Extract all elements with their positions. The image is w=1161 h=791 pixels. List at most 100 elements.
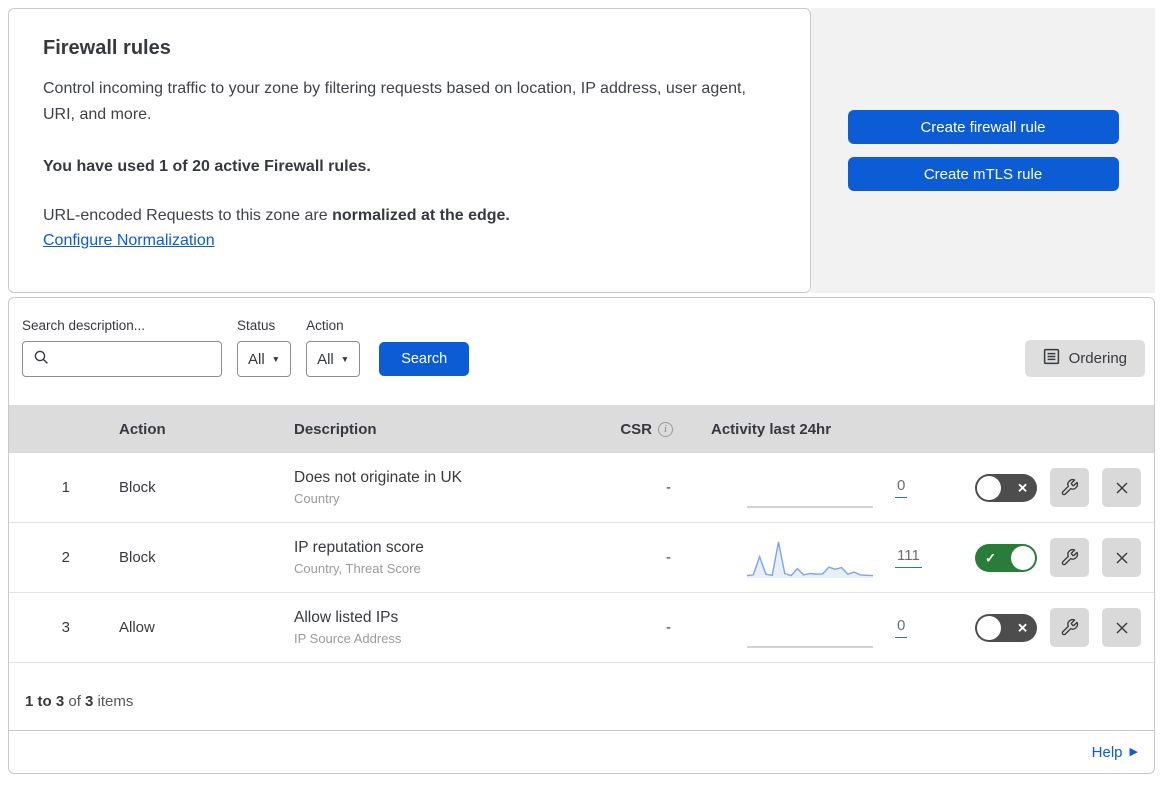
rule-activity-cell: 0 — [689, 606, 939, 650]
rule-description-cell: Does not originate in UK Country — [294, 469, 599, 506]
x-icon: ✕ — [1017, 620, 1028, 635]
activity-sparkline — [747, 505, 873, 508]
activity-sparkline — [747, 645, 873, 648]
normalization-note: URL-encoded Requests to this zone are no… — [43, 207, 770, 225]
ordering-list-icon — [1043, 348, 1060, 369]
rule-match-fields: Country — [294, 491, 340, 506]
table-header: Action Description CSR i Activity last 2… — [9, 405, 1154, 453]
toggle-knob — [977, 475, 1001, 500]
rule-controls: ✓ ✕ — [939, 468, 1154, 507]
status-filter-label: Status — [237, 318, 276, 333]
search-box — [22, 341, 222, 377]
create-mtls-rule-button[interactable]: Create mTLS rule — [847, 157, 1119, 191]
create-firewall-rule-button[interactable]: Create firewall rule — [847, 110, 1119, 144]
rule-action: Block — [119, 549, 156, 566]
rule-action: Allow — [119, 619, 155, 636]
rule-action: Block — [119, 479, 156, 496]
status-filter-value: All — [248, 350, 265, 368]
search-button[interactable]: Search — [379, 342, 470, 376]
rule-activity-cell: 0 — [689, 466, 939, 510]
info-icon[interactable]: i — [658, 421, 673, 437]
check-icon: ✓ — [985, 550, 996, 565]
delete-rule-button[interactable] — [1102, 538, 1141, 577]
firewall-rules-table-body: 1 Block Does not originate in UK Country… — [9, 453, 1154, 663]
items-word: items — [93, 693, 134, 710]
activity-count-link[interactable]: 0 — [895, 617, 908, 638]
rule-enabled-toggle[interactable]: ✓ ✕ — [975, 473, 1037, 502]
top-section: Firewall rules Control incoming traffic … — [8, 8, 1155, 293]
activity-count-link[interactable]: 111 — [895, 547, 922, 568]
status-filter-group: Status All ▼ — [237, 318, 292, 377]
delete-rule-button[interactable] — [1102, 468, 1141, 507]
edit-rule-button[interactable] — [1050, 608, 1089, 647]
firewall-rule-row: 1 Block Does not originate in UK Country… — [9, 453, 1154, 523]
items-range: 1 to 3 — [25, 693, 65, 710]
ordering-button-label: Ordering — [1068, 350, 1127, 367]
arrow-right-icon: ▶ — [1129, 745, 1138, 758]
rule-csr-value: - — [666, 619, 671, 636]
rule-description-title: IP reputation score — [294, 539, 424, 556]
status-filter-select[interactable]: All ▼ — [237, 341, 292, 377]
rule-enabled-toggle[interactable]: ✓ ✕ — [975, 543, 1037, 572]
toggle-knob — [1011, 545, 1035, 570]
items-of: of — [64, 693, 86, 710]
rule-priority-number: 1 — [61, 479, 70, 496]
firewall-rule-row: 2 Block IP reputation score Country, Thr… — [9, 523, 1154, 593]
rule-controls: ✓ ✕ — [939, 538, 1154, 577]
page-title: Firewall rules — [43, 37, 171, 59]
rule-match-fields: Country, Threat Score — [294, 561, 421, 576]
rule-priority-number: 3 — [61, 619, 70, 636]
wrench-icon — [1060, 618, 1079, 637]
page-description: Control incoming traffic to your zone by… — [43, 80, 746, 123]
rule-csr-value: - — [666, 549, 671, 566]
wrench-icon — [1060, 478, 1079, 497]
close-icon — [1112, 478, 1132, 498]
rule-csr-value: - — [666, 479, 671, 496]
edit-rule-button[interactable] — [1050, 538, 1089, 577]
close-icon — [1112, 548, 1132, 568]
action-filter-value: All — [317, 350, 334, 368]
activity-sparkline — [747, 541, 873, 578]
close-icon — [1112, 618, 1132, 638]
help-link[interactable]: Help ▶ — [1092, 744, 1138, 761]
header-csr-label: CSR — [620, 420, 652, 438]
edit-rule-button[interactable] — [1050, 468, 1089, 507]
rule-description-title: Does not originate in UK — [294, 469, 463, 486]
normalization-note-bold: normalized at the edge. — [332, 207, 510, 224]
filter-bar: Search description... Status All ▼ Actio… — [9, 298, 1154, 405]
header-action: Action — [119, 420, 166, 438]
firewall-rule-row: 3 Allow Allow listed IPs IP Source Addre… — [9, 593, 1154, 663]
actions-panel: Create firewall rule Create mTLS rule — [811, 8, 1155, 293]
configure-normalization-link[interactable]: Configure Normalization — [43, 232, 215, 250]
delete-rule-button[interactable] — [1102, 608, 1141, 647]
action-filter-group: Action All ▼ — [306, 318, 361, 377]
items-count: 1 to 3 of 3 items — [9, 663, 1154, 731]
intro-card: Firewall rules Control incoming traffic … — [8, 8, 811, 293]
header-description: Description — [294, 420, 377, 438]
rule-match-fields: IP Source Address — [294, 631, 402, 646]
rule-activity-cell: 111 — [689, 536, 939, 580]
action-filter-select[interactable]: All ▼ — [306, 341, 361, 377]
wrench-icon — [1060, 548, 1079, 567]
action-filter-label: Action — [306, 318, 344, 333]
usage-summary: You have used 1 of 20 active Firewall ru… — [43, 158, 371, 175]
rule-description-title: Allow listed IPs — [294, 609, 399, 626]
search-input[interactable] — [57, 350, 211, 368]
ordering-button[interactable]: Ordering — [1024, 340, 1145, 377]
search-label: Search description... — [22, 318, 146, 333]
help-bar: Help ▶ — [9, 731, 1154, 773]
normalization-note-prefix: URL-encoded Requests to this zone are — [43, 207, 333, 224]
rule-description-cell: IP reputation score Country, Threat Scor… — [294, 539, 599, 576]
activity-count-link[interactable]: 0 — [895, 477, 908, 498]
rule-enabled-toggle[interactable]: ✓ ✕ — [975, 613, 1037, 642]
header-activity: Activity last 24hr — [711, 420, 832, 438]
x-icon: ✕ — [1017, 480, 1028, 495]
rule-priority-number: 2 — [61, 549, 70, 566]
toggle-knob — [977, 615, 1001, 640]
search-icon — [33, 349, 49, 370]
help-link-label: Help — [1091, 743, 1123, 761]
firewall-rules-page: Firewall rules Control incoming traffic … — [0, 0, 1161, 782]
chevron-down-icon: ▼ — [340, 353, 350, 364]
rule-description-cell: Allow listed IPs IP Source Address — [294, 609, 599, 646]
search-field-group: Search description... — [22, 318, 222, 377]
